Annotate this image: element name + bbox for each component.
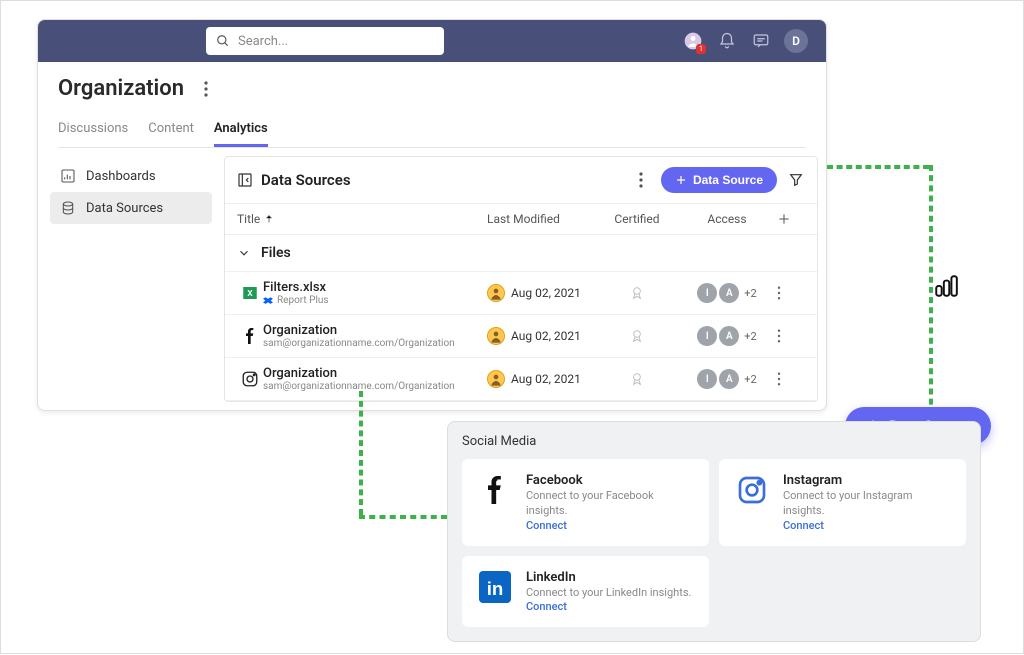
row-more-icon[interactable]	[777, 372, 805, 386]
connector-line	[359, 391, 363, 515]
user-avatar[interactable]: D	[784, 29, 808, 53]
row-modified-date: Aug 02, 2021	[511, 329, 581, 343]
connect-link[interactable]: Connect	[526, 519, 693, 532]
column-certified[interactable]: Certified	[597, 212, 677, 226]
chevron-down-icon	[237, 246, 251, 260]
social-name: Instagram	[783, 473, 950, 488]
dropbox-icon	[263, 296, 273, 306]
row-title: Organization	[263, 366, 487, 381]
database-icon	[60, 200, 76, 216]
facebook-icon	[478, 473, 512, 507]
connector-line	[827, 165, 929, 169]
table-header: Title Last Modified Certified Access	[225, 204, 817, 235]
column-title[interactable]: Title	[237, 212, 487, 226]
row-modified-date: Aug 02, 2021	[511, 286, 581, 300]
sidebar-item-data-sources[interactable]: Data Sources	[50, 192, 212, 224]
linkedin-icon: in	[478, 570, 512, 604]
certified-icon	[597, 371, 677, 387]
column-access[interactable]: Access	[677, 212, 777, 226]
data-sources-panel: Data Sources Data Source Title L	[224, 156, 818, 402]
chart-icon	[933, 273, 963, 303]
social-name: LinkedIn	[526, 570, 693, 585]
connect-link[interactable]: Connect	[526, 600, 693, 613]
sidebar-item-label: Dashboards	[86, 169, 156, 184]
social-card-facebook[interactable]: Facebook Connect to your Facebook insigh…	[462, 459, 709, 546]
tab-analytics[interactable]: Analytics	[214, 113, 268, 147]
table-row[interactable]: Organization sam@organizationname.com/Or…	[225, 358, 817, 401]
panel-more-icon[interactable]	[631, 170, 651, 190]
connect-link[interactable]: Connect	[783, 519, 950, 532]
tab-content[interactable]: Content	[148, 113, 194, 147]
user-avatar-icon	[487, 327, 505, 345]
page-title: Organization	[58, 76, 184, 101]
notifications-badge-icon[interactable]: 1	[682, 30, 704, 52]
chat-icon[interactable]	[750, 30, 772, 52]
page-header: Organization Discussions Content Analyti…	[38, 62, 826, 148]
tab-discussions[interactable]: Discussions	[58, 113, 128, 147]
row-access: I A +2	[677, 283, 777, 303]
social-desc: Connect to your Instagram insights.	[783, 488, 950, 519]
collapse-icon[interactable]	[237, 172, 253, 188]
search-placeholder: Search...	[238, 34, 288, 49]
table-row[interactable]: Organization sam@organizationname.com/Or…	[225, 315, 817, 358]
plus-icon	[675, 174, 687, 186]
social-desc: Connect to your LinkedIn insights.	[526, 585, 693, 600]
social-title: Social Media	[462, 434, 966, 449]
social-name: Facebook	[526, 473, 693, 488]
excel-icon: X	[237, 284, 263, 302]
add-data-source-button[interactable]: Data Source	[661, 167, 777, 193]
row-access: I A +2	[677, 326, 777, 346]
panel-header: Data Sources Data Source	[225, 157, 817, 204]
group-row-files[interactable]: Files	[225, 235, 817, 272]
user-avatar-icon	[487, 370, 505, 388]
add-column-icon[interactable]	[777, 212, 805, 226]
filter-icon[interactable]	[787, 171, 805, 189]
social-desc: Connect to your Facebook insights.	[526, 488, 693, 519]
sidebar-item-label: Data Sources	[86, 201, 163, 216]
column-modified[interactable]: Last Modified	[487, 212, 597, 226]
connector-line	[359, 515, 447, 519]
panel-title-text: Data Sources	[261, 171, 351, 189]
facebook-icon	[237, 328, 263, 344]
row-access: I A +2	[677, 369, 777, 389]
row-modified-date: Aug 02, 2021	[511, 372, 581, 386]
main-window: Search... 1 D Organization Discussions	[37, 19, 827, 411]
tabs: Discussions Content Analytics	[58, 113, 806, 148]
dashboard-icon	[60, 168, 76, 184]
certified-icon	[597, 328, 677, 344]
page-more-icon[interactable]	[196, 79, 216, 99]
certified-icon	[597, 285, 677, 301]
search-input[interactable]: Search...	[206, 27, 444, 55]
svg-text:in: in	[487, 578, 504, 599]
table-row[interactable]: X Filters.xlsx Report Plus Aug 02, 2021	[225, 272, 817, 315]
svg-text:X: X	[247, 289, 253, 299]
instagram-icon	[237, 370, 263, 388]
social-card-linkedin[interactable]: in LinkedIn Connect to your LinkedIn ins…	[462, 556, 709, 627]
row-title: Organization	[263, 323, 487, 338]
search-icon	[216, 34, 230, 48]
user-avatar-icon	[487, 284, 505, 302]
row-more-icon[interactable]	[777, 286, 805, 300]
instagram-icon	[735, 473, 769, 507]
content-area: Dashboards Data Sources Data Sources	[38, 148, 826, 410]
social-media-panel: Social Media Facebook Connect to your Fa…	[447, 421, 981, 642]
social-card-instagram[interactable]: Instagram Connect to your Instagram insi…	[719, 459, 966, 546]
sidebar-item-dashboards[interactable]: Dashboards	[50, 160, 212, 192]
sidebar: Dashboards Data Sources	[46, 156, 216, 402]
row-more-icon[interactable]	[777, 329, 805, 343]
sort-asc-icon	[264, 214, 274, 224]
row-title: Filters.xlsx	[263, 280, 487, 295]
bell-icon[interactable]	[716, 30, 738, 52]
topbar: Search... 1 D	[38, 20, 826, 62]
